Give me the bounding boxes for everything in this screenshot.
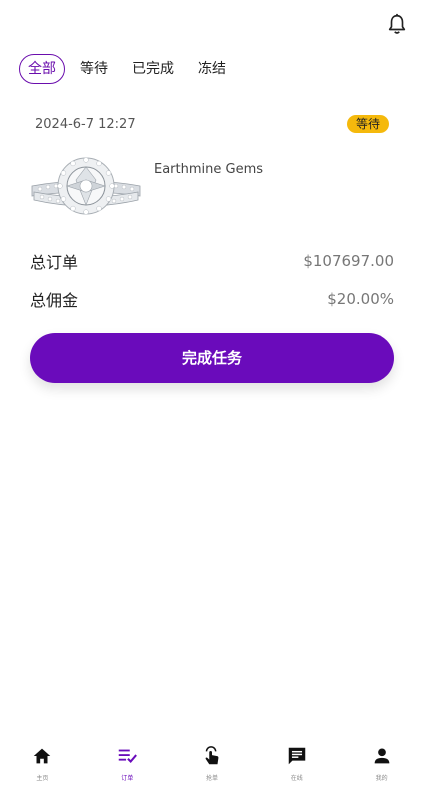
nav-mine-label: 我的	[375, 775, 388, 782]
order-date: 2024-6-7 12:27	[35, 116, 136, 132]
tab-all[interactable]: 全部	[19, 54, 65, 84]
status-tabs: 全部 等待 已完成 冻结	[19, 54, 241, 84]
orders-icon	[118, 749, 138, 763]
nav-grab[interactable]: 抢单	[170, 738, 255, 800]
commission-row: 总佣金 $20.00%	[30, 280, 394, 318]
order-card-header: 2024-6-7 12:27 等待	[30, 106, 394, 142]
diamond-ring-image	[31, 157, 141, 215]
complete-task-button[interactable]: 完成任务	[30, 333, 394, 383]
bell-icon[interactable]	[386, 12, 408, 36]
product-row: Earthmine Gems	[30, 156, 394, 224]
commission-label: 总佣金	[30, 291, 79, 310]
top-bar	[0, 0, 424, 50]
tap-hand-icon	[205, 746, 219, 765]
nav-home-label: 主页	[36, 775, 49, 782]
tab-waiting[interactable]: 等待	[71, 54, 117, 84]
chat-icon	[288, 747, 306, 765]
order-card: 2024-6-7 12:27 等待 Earthmine Gems 总订单 $10…	[30, 106, 394, 318]
commission-value: $20.00%	[327, 290, 394, 308]
nav-online[interactable]: 在线	[254, 738, 339, 800]
total-order-value: $107697.00	[303, 252, 394, 270]
total-order-row: 总订单 $107697.00	[30, 242, 394, 280]
total-order-label: 总订单	[30, 253, 79, 272]
status-badge: 等待	[346, 115, 389, 133]
nav-grab-label: 抢单	[205, 775, 218, 782]
product-name: Earthmine Gems	[154, 162, 264, 177]
nav-mine[interactable]: 我的	[339, 738, 424, 800]
tab-completed[interactable]: 已完成	[123, 54, 183, 84]
nav-online-label: 在线	[290, 775, 303, 782]
home-icon	[34, 748, 51, 764]
bottom-nav: 主页 订单 抢单 在线 我的	[0, 738, 424, 800]
person-icon	[374, 748, 389, 764]
nav-orders[interactable]: 订单	[85, 738, 170, 800]
tab-frozen[interactable]: 冻结	[189, 54, 235, 84]
nav-home[interactable]: 主页	[0, 738, 85, 800]
nav-orders-label: 订单	[121, 775, 134, 782]
